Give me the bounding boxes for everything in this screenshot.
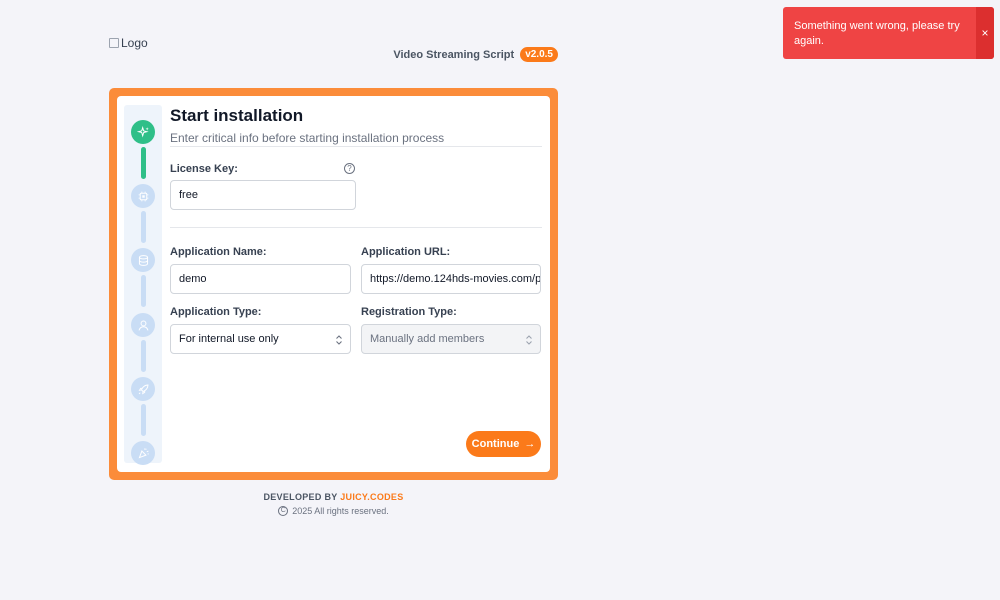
logo-alt-text: Logo	[121, 36, 148, 50]
page-subtitle: Enter critical info before starting inst…	[170, 131, 445, 145]
registration-type-value: Manually add members	[370, 333, 485, 345]
sparkles-icon	[131, 120, 155, 144]
logo: Logo	[109, 36, 148, 50]
broken-image-icon	[109, 38, 119, 48]
application-type-value: For internal use only	[179, 333, 279, 345]
arrow-right-icon: →	[524, 438, 536, 450]
rocket-icon	[131, 377, 155, 401]
registration-type-select[interactable]: Manually add members	[361, 324, 541, 354]
copyright: C 2025 All rights reserved.	[109, 506, 558, 516]
step-header: Start installation Enter critical info b…	[170, 106, 542, 145]
party-popper-icon	[131, 441, 155, 465]
user-icon	[131, 313, 155, 337]
application-name-label: Application Name:	[170, 246, 267, 258]
copyright-icon: C	[278, 506, 289, 516]
step-connector	[141, 147, 146, 179]
step-connector	[141, 275, 146, 307]
product-header: Video Streaming Script v2.0.5	[393, 47, 558, 62]
select-arrows-icon	[526, 335, 532, 345]
application-type-label: Application Type:	[170, 306, 262, 318]
continue-label: Continue	[471, 438, 520, 450]
step-connector	[141, 211, 146, 243]
page-title: Start installation	[170, 106, 304, 125]
version-badge: v2.0.5	[520, 47, 558, 62]
divider	[170, 146, 542, 147]
installer-card: Start installation Enter critical info b…	[109, 88, 558, 480]
application-type-select[interactable]: For internal use only	[170, 324, 351, 354]
developed-by-text: DEVELOPED BY	[263, 492, 338, 502]
close-icon[interactable]: ×	[976, 7, 994, 59]
select-arrows-icon	[336, 335, 342, 345]
installer-card-body: Start installation Enter critical info b…	[117, 96, 550, 472]
application-name-input[interactable]: demo	[170, 264, 351, 294]
brand-link[interactable]: JUICY.CODES	[340, 492, 403, 502]
product-name: Video Streaming Script	[393, 48, 515, 61]
toast-message: Something went wrong, please try again.	[794, 20, 960, 47]
license-key-input[interactable]: free	[170, 180, 356, 210]
copyright-text: 2025 All rights reserved.	[292, 506, 389, 516]
installation-stepper	[124, 105, 162, 465]
application-url-label: Application URL:	[361, 246, 451, 258]
license-key-label: License Key:	[170, 163, 238, 175]
continue-button[interactable]: Continue →	[466, 431, 541, 457]
registration-type-label: Registration Type:	[361, 306, 457, 318]
divider	[170, 227, 542, 228]
step-connector	[141, 404, 146, 436]
step-connector	[141, 340, 146, 372]
application-url-input[interactable]: https://demo.124hds-movies.com/p	[361, 264, 541, 294]
cpu-icon	[131, 184, 155, 208]
help-icon[interactable]: ?	[344, 163, 355, 174]
developer-credit: DEVELOPED BY JUICY.CODES	[109, 492, 558, 502]
error-toast: Something went wrong, please try again. …	[783, 7, 994, 59]
database-icon	[131, 248, 155, 272]
